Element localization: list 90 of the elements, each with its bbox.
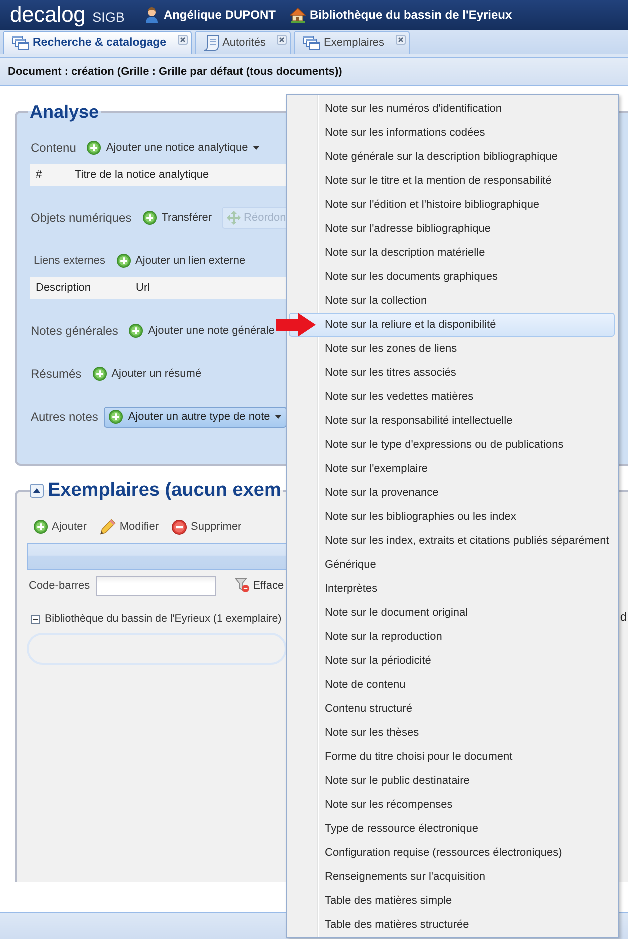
collapse-icon[interactable] bbox=[30, 484, 44, 498]
add-button[interactable]: Ajouter bbox=[30, 516, 91, 538]
windows-icon bbox=[303, 36, 320, 50]
add-icon bbox=[142, 211, 157, 225]
field-label: Notes générales bbox=[31, 324, 118, 338]
tab[interactable]: Autorités bbox=[194, 31, 292, 54]
menu-item[interactable]: Note sur la responsabilité intellectuelle bbox=[289, 409, 615, 433]
close-icon[interactable] bbox=[396, 35, 406, 45]
menu-item[interactable]: Note sur la reliure et la disponibilité bbox=[289, 313, 615, 337]
menu-item[interactable]: Note sur l'adresse bibliographique bbox=[289, 217, 615, 241]
windows-icon bbox=[12, 36, 29, 50]
add-button[interactable]: Ajouter une notice analytique bbox=[82, 137, 266, 159]
tab[interactable]: Recherche & catalogage bbox=[3, 31, 192, 54]
menu-item[interactable]: Note de contenu bbox=[289, 673, 615, 697]
column-header: Url bbox=[135, 282, 150, 294]
menu-item[interactable]: Note sur le titre et la mention de responsabilité bbox=[289, 169, 615, 193]
logo-text: decalog bbox=[10, 2, 86, 28]
menu-item[interactable]: Note sur les vedettes matières bbox=[289, 385, 615, 409]
menu-item[interactable]: Note sur les zones de liens bbox=[289, 337, 615, 361]
menu-item[interactable]: Note sur l'exemplaire bbox=[289, 457, 615, 481]
menu-item[interactable]: Note sur la reproduction bbox=[289, 625, 615, 649]
menu-item[interactable]: Note sur les documents graphiques bbox=[289, 265, 615, 289]
close-icon[interactable] bbox=[178, 35, 188, 45]
field-label: Résumés bbox=[31, 367, 82, 381]
menu-item[interactable]: Contenu structuré bbox=[289, 697, 615, 721]
menu-item[interactable]: Note sur les index, extraits et citations publiés séparément bbox=[289, 529, 615, 553]
field-label: Autres notes bbox=[31, 410, 98, 424]
clear-filter-button[interactable]: Efface bbox=[233, 578, 286, 593]
menu-item[interactable]: Forme du titre choisi pour le document bbox=[289, 745, 615, 769]
section-title: Exemplaires (aucun exem bbox=[48, 480, 282, 502]
logo-suffix: SIGB bbox=[92, 10, 125, 25]
field-label: Code-barres bbox=[29, 580, 90, 592]
menu-item[interactable]: Note sur le document original bbox=[289, 601, 615, 625]
menu-item[interactable]: Note sur les titres associés bbox=[289, 361, 615, 385]
add-button[interactable]: Ajouter un autre type de note bbox=[104, 406, 288, 428]
menu-item[interactable]: Type de ressource électronique bbox=[289, 817, 615, 841]
column-header: Titre de la notice analytique bbox=[74, 169, 210, 181]
menu-item[interactable]: Table des matières simple bbox=[289, 889, 615, 913]
tree-node-label[interactable]: Bibliothèque du bassin de l'Eyrieux (1 exemplaire) bbox=[45, 613, 282, 625]
add-button[interactable]: Transférer bbox=[138, 207, 218, 229]
user-icon bbox=[144, 7, 160, 23]
menu-item[interactable]: Note sur les récompenses bbox=[289, 793, 615, 817]
home-icon bbox=[290, 7, 306, 23]
menu-item[interactable]: Note sur le public destinataire bbox=[289, 769, 615, 793]
menu-item[interactable]: Table des matières structurée bbox=[289, 913, 615, 937]
menu-item[interactable]: Note sur les thèses bbox=[289, 721, 615, 745]
add-icon bbox=[92, 367, 107, 381]
add-icon bbox=[87, 141, 102, 155]
menu-item[interactable]: Note sur les informations codées bbox=[289, 121, 615, 145]
menu-item[interactable]: Note sur la collection bbox=[289, 289, 615, 313]
filter-clear-icon bbox=[235, 578, 250, 593]
field-label: Contenu bbox=[31, 141, 76, 155]
menu-item[interactable]: Générique bbox=[289, 553, 615, 577]
menu-item[interactable]: Configuration requise (ressources électroniques) bbox=[289, 841, 615, 865]
menu-item[interactable]: Note sur la description matérielle bbox=[289, 241, 615, 265]
add-button[interactable]: Ajouter un résumé bbox=[88, 363, 207, 385]
column-header: # bbox=[35, 169, 44, 181]
menu-item[interactable]: Note sur les bibliographies ou les index bbox=[289, 505, 615, 529]
menu-item[interactable]: Note sur l'édition et l'histoire bibliographique bbox=[289, 193, 615, 217]
menu-item[interactable]: Note sur les numéros d'identification bbox=[289, 97, 615, 121]
add-icon bbox=[109, 410, 124, 424]
field-label: Liens externes bbox=[33, 255, 106, 267]
menu-item[interactable]: Renseignements sur l'acquisition bbox=[289, 865, 615, 889]
cell-text: d bbox=[620, 611, 628, 624]
tree-collapse-icon[interactable] bbox=[31, 614, 40, 624]
edit-button[interactable]: Modifier bbox=[96, 516, 163, 538]
arrow-icon bbox=[276, 313, 316, 337]
barcode-input[interactable] bbox=[96, 576, 216, 596]
pencil-icon bbox=[100, 519, 116, 535]
add-button[interactable]: Ajouter un lien externe bbox=[112, 250, 251, 272]
menu-item[interactable]: Note sur le type d'expressions ou de publications bbox=[289, 433, 615, 457]
move-icon bbox=[227, 211, 242, 225]
menu-item[interactable]: Note sur la périodicité bbox=[289, 649, 615, 673]
column-header: Description bbox=[35, 282, 92, 294]
page-title: Document : création (Grille : Grille par défaut (tous documents)) bbox=[0, 57, 628, 86]
close-icon[interactable] bbox=[277, 35, 288, 45]
menu-item[interactable]: Note sur la provenance bbox=[289, 481, 615, 505]
library-name[interactable]: Bibliothèque du bassin de l'Eyrieux bbox=[310, 8, 512, 22]
section-title: Analyse bbox=[29, 101, 100, 123]
add-icon bbox=[116, 254, 131, 268]
add-icon bbox=[129, 324, 144, 338]
delete-button[interactable]: Supprimer bbox=[168, 516, 246, 538]
minus-icon bbox=[172, 520, 187, 534]
document-icon bbox=[204, 35, 219, 51]
field-label: Objets numériques bbox=[31, 211, 132, 225]
tab[interactable]: Exemplaires bbox=[294, 31, 410, 54]
user-name[interactable]: Angélique DUPONT bbox=[164, 8, 276, 22]
add-icon bbox=[34, 520, 48, 534]
menu-item[interactable]: Note générale sur la description bibliographique bbox=[289, 145, 615, 169]
menu-item[interactable]: Interprètes bbox=[289, 577, 615, 601]
